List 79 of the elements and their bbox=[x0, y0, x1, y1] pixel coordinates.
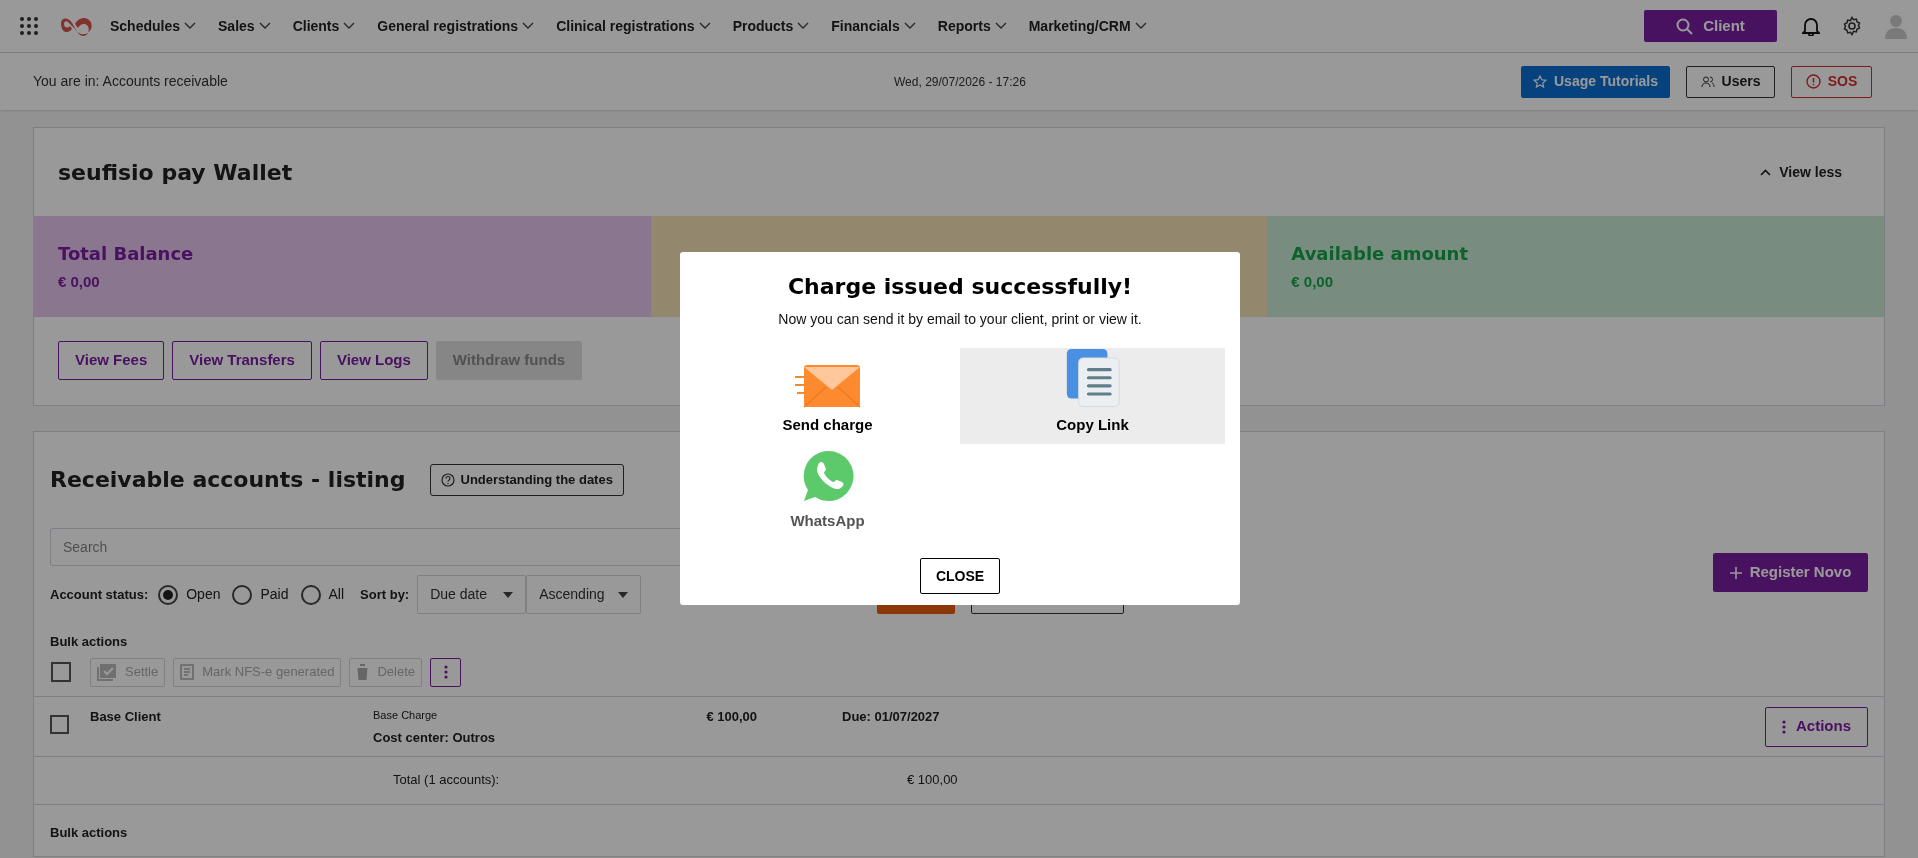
register-button[interactable]: Register Novo bbox=[1713, 553, 1868, 592]
due-date: Due: 01/07/2027 bbox=[842, 707, 940, 726]
breadcrumb: You are in: Accounts receivable bbox=[33, 72, 229, 91]
status-radio[interactable]: Open bbox=[158, 584, 221, 605]
users-button[interactable]: Users bbox=[1686, 65, 1775, 98]
nav-menu[interactable]: Clients bbox=[292, 15, 356, 37]
chevron-down-icon bbox=[698, 22, 711, 30]
more-vertical-icon bbox=[443, 665, 448, 679]
envelope-icon bbox=[794, 363, 861, 408]
bulk-actions-label: Bulk actions bbox=[50, 633, 129, 651]
chevron-down-icon bbox=[797, 22, 810, 30]
trash-icon bbox=[356, 664, 370, 680]
nav-menu[interactable]: Financials bbox=[831, 15, 916, 37]
sort-select[interactable]: Ascending bbox=[526, 575, 642, 614]
sort-select[interactable]: Due date bbox=[417, 575, 527, 614]
wallet-button[interactable]: View Logs bbox=[319, 341, 428, 380]
settings-icon[interactable] bbox=[1842, 16, 1862, 36]
total-amount: € 100,00 bbox=[907, 771, 958, 790]
dialog-subtitle: Now you can send it by email to your client, print or view it. bbox=[778, 310, 1142, 329]
status-radio[interactable]: Paid bbox=[232, 584, 289, 605]
view-less-toggle[interactable]: View less bbox=[1760, 161, 1842, 183]
status-label: Account status: bbox=[50, 585, 149, 604]
plus-icon bbox=[1729, 566, 1742, 579]
sort-label: Sort by: bbox=[360, 585, 410, 604]
wallet-button[interactable]: View Transfers bbox=[172, 341, 312, 380]
chevron-down-icon bbox=[522, 22, 535, 30]
date-time: Wed, 29/07/2026 - 17:26 bbox=[894, 73, 1026, 91]
alert-icon bbox=[1805, 74, 1821, 89]
client-search-button[interactable]: Client bbox=[1644, 10, 1777, 42]
amount: € 100,00 bbox=[705, 707, 757, 726]
search-icon bbox=[1676, 17, 1694, 35]
caret-icon bbox=[618, 591, 629, 598]
logo-icon[interactable] bbox=[58, 15, 92, 37]
tile-title: Available amount bbox=[1291, 242, 1470, 266]
close-button[interactable]: CLOSE bbox=[920, 558, 1000, 594]
nav-menu[interactable]: General registrations bbox=[377, 15, 535, 37]
nav-menu[interactable]: Clinical registrations bbox=[556, 15, 711, 37]
nav-menu[interactable]: Products bbox=[732, 15, 810, 37]
row-checkbox[interactable] bbox=[50, 714, 69, 734]
tutorials-button[interactable]: Usage Tutorials bbox=[1521, 65, 1670, 98]
chevron-down-icon bbox=[184, 22, 197, 30]
wallet-title: seufisio pay Wallet bbox=[58, 158, 293, 187]
total-label: Total (1 accounts): bbox=[393, 771, 501, 790]
share-option[interactable]: Copy Link bbox=[960, 348, 1225, 444]
bell-icon[interactable] bbox=[1802, 16, 1820, 36]
apps-grid-icon[interactable] bbox=[20, 17, 38, 35]
chevron-up-icon bbox=[1760, 168, 1772, 176]
tile-amount: € 0,00 bbox=[1291, 272, 1335, 292]
wallet-button[interactable]: View Fees bbox=[58, 341, 165, 380]
tile-title: Total Balance bbox=[58, 242, 195, 266]
nav-menu[interactable]: Marketing/CRM bbox=[1028, 15, 1147, 37]
status-radio[interactable]: All bbox=[300, 584, 345, 605]
listing-title: Receivable accounts - listing bbox=[50, 466, 406, 494]
more-options-button[interactable] bbox=[430, 657, 462, 687]
help-icon bbox=[440, 472, 455, 487]
checklist-icon bbox=[97, 663, 117, 681]
document-icon bbox=[180, 664, 195, 680]
nav-menu[interactable]: Schedules bbox=[110, 15, 197, 37]
charge-name: Base Charge bbox=[373, 707, 439, 723]
select-all-checkbox[interactable] bbox=[51, 662, 71, 682]
client-name: Base Client bbox=[90, 707, 162, 726]
chevron-down-icon bbox=[258, 22, 271, 30]
caret-icon bbox=[503, 591, 514, 598]
bulk-actions-label: Bulk actions bbox=[50, 823, 129, 842]
actions-button[interactable]: Actions bbox=[1765, 706, 1868, 747]
tile-amount: € 0,00 bbox=[58, 272, 101, 292]
nav-menu[interactable]: Sales bbox=[218, 15, 271, 37]
chevron-down-icon bbox=[994, 22, 1007, 30]
star-icon bbox=[1533, 74, 1547, 89]
cost-center: Cost center: Outros bbox=[373, 729, 497, 747]
chevron-down-icon bbox=[903, 22, 916, 30]
chevron-down-icon bbox=[343, 22, 356, 30]
chevron-down-icon bbox=[1134, 22, 1147, 30]
dialog-title: Charge issued successfully! bbox=[787, 273, 1133, 301]
sos-button[interactable]: SOS bbox=[1791, 65, 1872, 98]
nav-menu[interactable]: Reports bbox=[937, 15, 1007, 37]
understanding-dates-button[interactable]: Understanding the dates bbox=[429, 463, 624, 496]
more-vertical-icon bbox=[1782, 719, 1786, 734]
users-icon bbox=[1700, 75, 1715, 88]
